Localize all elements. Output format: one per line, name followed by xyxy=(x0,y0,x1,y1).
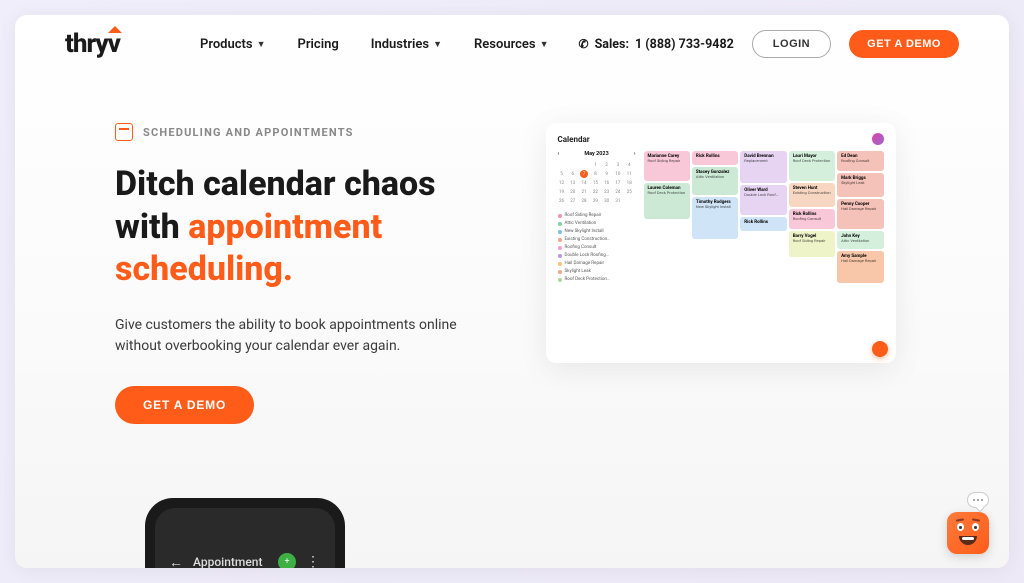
nav-industries[interactable]: Industries ▼ xyxy=(371,37,442,52)
main-header: thryv Products ▼ Pricing Industries ▼ Re… xyxy=(15,15,1009,73)
brand-logo[interactable]: thryv xyxy=(65,29,120,59)
legend-item: Hail Damage Repair xyxy=(558,261,636,266)
chat-mascot-icon xyxy=(947,512,989,554)
main-nav: Products ▼ Pricing Industries ▼ Resource… xyxy=(200,37,549,52)
legend-item: Roof Siding Repair xyxy=(558,213,636,218)
calendar-event: Timothy RodgersNew Skylight Install xyxy=(692,197,738,239)
add-icon: + xyxy=(278,553,296,568)
sales-label: Sales: xyxy=(595,37,629,52)
eyebrow-text: SCHEDULING AND APPOINTMENTS xyxy=(143,126,354,139)
get-demo-button-hero[interactable]: GET A DEMO xyxy=(115,386,254,424)
nav-industries-label: Industries xyxy=(371,37,429,52)
calendar-event: David BrennanReplacement xyxy=(740,151,786,183)
sales-phone[interactable]: ✆ Sales: 1 (888) 733-9482 xyxy=(579,37,734,52)
calendar-preview: Calendar ‹May 2023› 12345678910111213141… xyxy=(546,123,896,363)
legend-item: New Skylight Install xyxy=(558,229,636,234)
nav-products[interactable]: Products ▼ xyxy=(200,37,266,52)
nav-pricing[interactable]: Pricing xyxy=(298,37,339,52)
legend-item: Skylight Leak xyxy=(558,269,636,274)
calendar-event: Rick RollinsRoofing Consult xyxy=(789,209,835,229)
add-event-fab[interactable] xyxy=(872,341,888,357)
nav-pricing-label: Pricing xyxy=(298,37,339,52)
calendar-event: Lauri MayorRoof Deck Protection xyxy=(789,151,835,181)
phone-screen-title: Appointment xyxy=(193,555,268,568)
calendar-event: Steven HuntExisting Construction xyxy=(789,183,835,207)
legend-item: Roof Deck Protection… xyxy=(558,277,636,282)
chat-bubble-icon xyxy=(967,492,989,508)
legend-item: Double Lock Roofing… xyxy=(558,253,636,258)
calendar-event: Lauren ColemanRoof Deck Protection xyxy=(644,183,690,219)
legend-item: Existing Construction… xyxy=(558,237,636,242)
calendar-event: Barry VogelRoof Siding Repair xyxy=(789,231,835,257)
chevron-down-icon: ▼ xyxy=(257,39,266,50)
calendar-event: Ed DeanRoofing Consult xyxy=(837,151,883,171)
calendar-grid: Marianne CareyRoof Siding RepairLauren C… xyxy=(644,151,884,353)
sales-number: 1 (888) 733-9482 xyxy=(635,37,734,52)
phone-icon: ✆ xyxy=(579,37,589,51)
calendar-event: Amy SampleHail Damage Repair xyxy=(837,251,883,283)
calendar-icon xyxy=(115,123,133,141)
mini-calendar: 1234567891011121314151617181920212223242… xyxy=(558,161,636,205)
calendar-legend: Roof Siding Repair Attic Ventilation New S… xyxy=(558,213,636,282)
chevron-down-icon: ▼ xyxy=(433,39,442,50)
nav-products-label: Products xyxy=(200,37,253,52)
calendar-event: Marianne CareyRoof Siding Repair xyxy=(644,151,690,181)
legend-item: Roofing Consult xyxy=(558,245,636,250)
calendar-event: Mark BriggsSkylight Leak xyxy=(837,173,883,197)
back-arrow-icon: ← xyxy=(169,554,183,569)
calendar-event: Rick Rollins xyxy=(740,217,786,231)
calendar-event: Penny CooperHail Damage Repair xyxy=(837,199,883,229)
calendar-title: Calendar xyxy=(558,135,590,144)
calendar-event: Rick Rollins xyxy=(692,151,738,165)
phone-mockup: ← Appointment + ⋮ xyxy=(145,498,345,568)
legend-item: Attic Ventilation xyxy=(558,221,636,226)
hero-title: Ditch calendar chaos with appointment sc… xyxy=(115,163,492,291)
login-button[interactable]: LOGIN xyxy=(752,30,831,58)
mini-month-label: ‹May 2023› xyxy=(558,151,636,157)
get-demo-button-header[interactable]: GET A DEMO xyxy=(849,30,959,58)
eyebrow: SCHEDULING AND APPOINTMENTS xyxy=(115,123,492,141)
calendar-event: Oliver WardDouble Lock Roof… xyxy=(740,185,786,215)
calendar-event: Stacey GonzalezAttic Ventilation xyxy=(692,167,738,195)
nav-resources-label: Resources xyxy=(474,37,536,52)
user-avatar xyxy=(872,133,884,145)
nav-resources[interactable]: Resources ▼ xyxy=(474,37,549,52)
chat-widget[interactable] xyxy=(947,492,989,554)
calendar-event: John KeyAttic Ventilation xyxy=(837,231,883,249)
chevron-down-icon: ▼ xyxy=(540,39,549,50)
hero-subtitle: Give customers the ability to book appoi… xyxy=(115,315,492,358)
more-icon: ⋮ xyxy=(306,554,321,568)
